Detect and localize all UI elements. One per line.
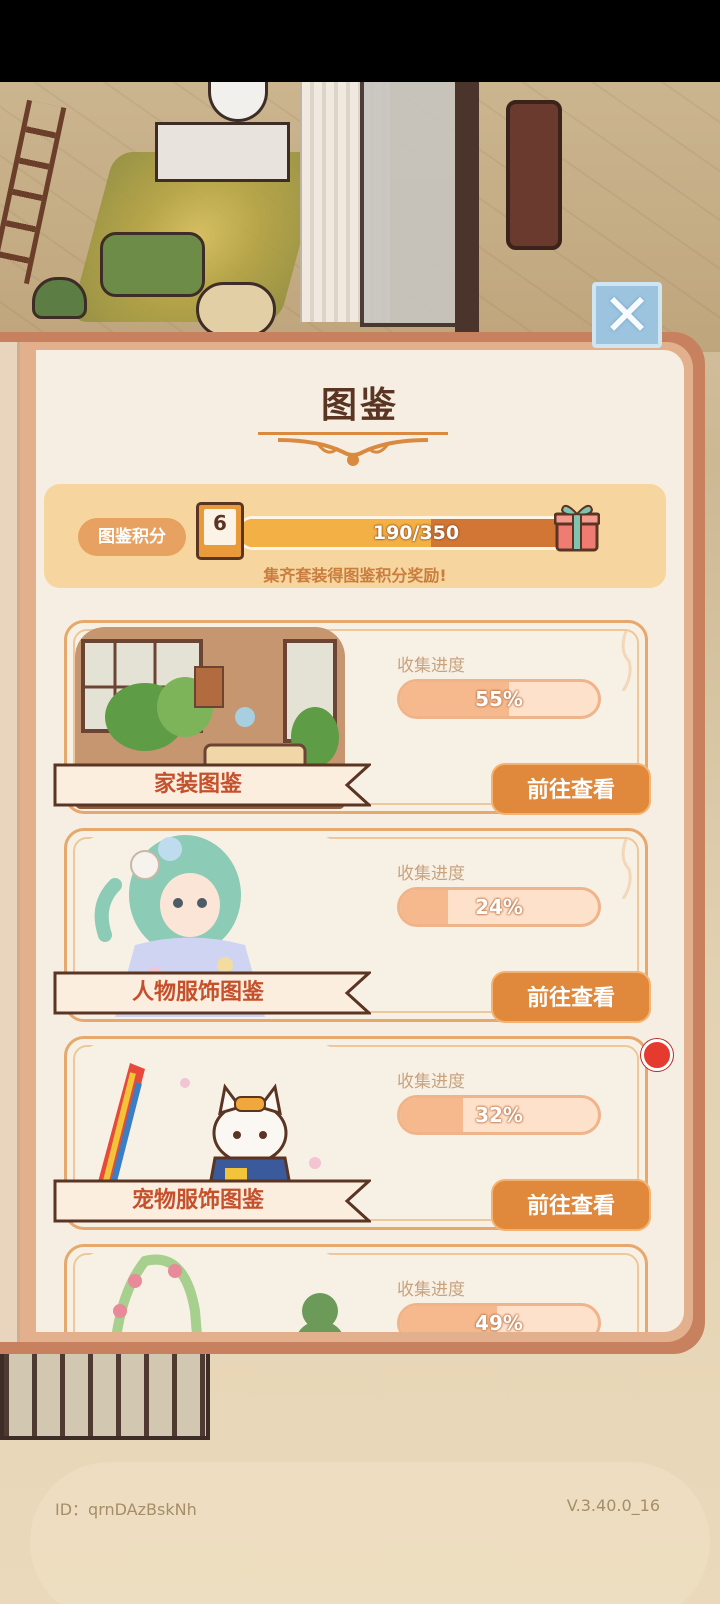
card-title-wrap: 家装图鉴	[53, 763, 371, 807]
room-rose-sign	[506, 100, 562, 250]
view-button[interactable]: 前往查看	[491, 763, 651, 815]
collection-card-pet-outfit[interactable]: 收集进度 32% 宠物服饰图鉴 前往查看	[53, 1036, 673, 1231]
new-item-badge	[641, 1039, 673, 1071]
user-id-label: ID：qrnDAzBskNh	[55, 1500, 197, 1519]
vine-decoration-icon	[621, 631, 632, 691]
card-progress-bar: 55%	[397, 679, 601, 719]
card-progress-bar: 32%	[397, 1095, 601, 1135]
collection-card-home[interactable]: 收集进度 55% 家装图鉴 前往查看	[53, 620, 651, 815]
card-progress-percent: 55%	[475, 687, 523, 711]
points-label: 图鉴积分	[78, 518, 186, 556]
view-button[interactable]: 前往查看	[491, 971, 651, 1023]
book-page-edge	[0, 342, 20, 1342]
card-progress-percent: 24%	[475, 895, 523, 919]
card-title: 家装图鉴	[153, 772, 242, 797]
collection-dialog: 图鉴 图鉴积分 190/350 6 集齐套装得图鉴积分奖励! 收集进度 55% …	[0, 332, 705, 1354]
room-pet-bed	[100, 232, 205, 297]
gift-box-icon[interactable]	[554, 500, 600, 552]
close-x-icon: ✕	[602, 281, 652, 349]
room-glass-shelf	[360, 82, 460, 327]
card-title-wrap: 人物服饰图鉴	[53, 971, 371, 1015]
dialog-paper: 图鉴 图鉴积分 190/350 6 集齐套装得图鉴积分奖励! 收集进度 55% …	[36, 350, 684, 1332]
collection-points-panel: 图鉴积分 190/350 6 集齐套装得图鉴积分奖励!	[44, 484, 666, 588]
version-label: V.3.40.0_16	[566, 1496, 660, 1515]
points-reward-note: 集齐套装得图鉴积分奖励!	[263, 566, 447, 585]
card-progress-label: 收集进度	[397, 656, 465, 676]
vine-decoration-icon	[621, 839, 632, 899]
view-button[interactable]: 前往查看	[491, 1179, 651, 1231]
card-progress-percent: 49%	[475, 1311, 523, 1332]
points-level: 6	[213, 511, 227, 535]
card-progress-label: 收集进度	[397, 864, 465, 884]
close-button[interactable]: ✕	[592, 282, 662, 348]
room-railing	[0, 1350, 210, 1440]
card-title: 宠物服饰图鉴	[131, 1188, 264, 1213]
card-title: 人物服饰图鉴	[131, 980, 264, 1005]
room-pot	[32, 277, 87, 319]
collection-card-character-outfit[interactable]: 收集进度 24% 人物服饰图鉴 前往查看	[53, 828, 651, 1023]
card-progress-label: 收集进度	[397, 1280, 465, 1300]
dialog-title: 图鉴	[320, 385, 399, 426]
title-ornament-icon	[258, 432, 448, 466]
card-progress-label: 收集进度	[397, 1072, 465, 1092]
room-basket	[196, 282, 276, 337]
garden-swing-art	[75, 1251, 345, 1332]
room-vanity-desk	[155, 122, 290, 182]
collection-card-garden[interactable]: 收集进度 49%	[64, 1244, 648, 1332]
room-cloud	[30, 1462, 710, 1604]
room-pillar	[455, 82, 479, 342]
status-bar	[0, 0, 720, 82]
points-level-book-icon: 6	[196, 502, 244, 560]
dialog-frame: 图鉴 图鉴积分 190/350 6 集齐套装得图鉴积分奖励! 收集进度 55% …	[0, 342, 693, 1342]
card-progress-percent: 32%	[475, 1103, 523, 1127]
card-title-wrap: 宠物服饰图鉴	[53, 1179, 371, 1223]
points-progress-bar: 190/350	[236, 516, 596, 550]
card-progress-bar: 24%	[397, 887, 601, 927]
points-progress-text: 190/350	[372, 522, 460, 544]
card-progress-bar: 49%	[397, 1303, 601, 1332]
